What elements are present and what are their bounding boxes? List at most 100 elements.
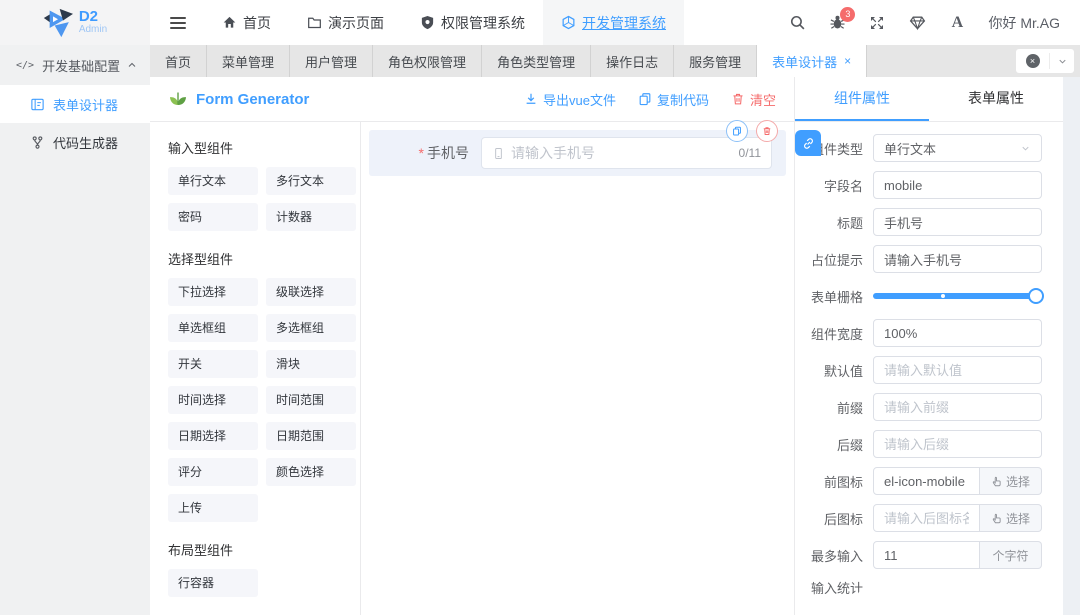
slider-handle[interactable] [1028,288,1044,304]
topnav-label: 首页 [243,14,271,31]
component-chip[interactable]: 日期范围 [266,422,356,450]
component-chip[interactable]: 单行文本 [168,167,258,195]
component-grid: 下拉选择 级联选择 单选框组 多选框组 开关 滑块 时间选择 时间范围 日期选择… [168,278,356,522]
duplicate-widget-button[interactable] [726,120,748,142]
page-tab[interactable]: 操作日志 [591,45,675,77]
component-chip[interactable]: 滑块 [266,350,356,378]
component-chip[interactable]: 单选框组 [168,314,258,342]
fullscreen-icon[interactable] [868,14,886,32]
placeholder-input[interactable] [873,245,1042,273]
sidebar-item-label: 表单设计器 [53,97,119,113]
properties-tabs: 组件属性 表单属性 [795,77,1063,122]
search-icon[interactable] [788,14,806,32]
copy-code-button[interactable]: 复制代码 [638,90,709,109]
sidebar-item-form-designer[interactable]: 表单设计器 [0,85,150,123]
generator-header: Form Generator 导出vue文件 复制代码 清空 [150,77,794,122]
component-chip[interactable]: 多选框组 [266,314,356,342]
topnav-item-dev-system[interactable]: 开发管理系统 [543,0,684,45]
suffix-input[interactable] [873,430,1042,458]
prop-row-form-grid: 表单栅格 [795,282,1044,310]
user-greeting[interactable]: 你好 Mr.AG [988,13,1060,33]
phone-icon [492,147,505,160]
page-tab[interactable]: 角色类型管理 [482,45,592,77]
theme-gem-icon[interactable] [908,14,926,32]
component-chip[interactable]: 日期选择 [168,422,258,450]
bug-icon[interactable]: 3 [828,6,856,32]
prop-row-title: 标题 [795,208,1042,236]
required-mark: * [418,145,424,161]
font-size-icon[interactable]: A [948,14,966,32]
leaf-icon [168,89,188,109]
component-grid: 单行文本 多行文本 密码 计数器 [168,167,356,231]
component-chip[interactable]: 级联选择 [266,278,356,306]
topnav-label: 开发管理系统 [582,14,666,31]
suffix-icon-select-button[interactable]: 选择 [980,504,1042,532]
toggle-knob [857,589,871,604]
page-tab[interactable]: 角色权限管理 [373,45,483,77]
copy-code-label: 复制代码 [656,92,709,108]
topnav-item-home[interactable]: 首页 [204,0,289,45]
tab-actions-button[interactable]: × [1016,49,1074,73]
app-logo[interactable]: D2 Admin [0,0,150,45]
sidebar: </> 开发基础配置 表单设计器 代码生成器 [0,45,150,615]
prop-row-field-name: 字段名 [795,171,1042,199]
tab-component-props[interactable]: 组件属性 [795,77,929,121]
pointer-icon [991,476,1002,487]
suffix-icon-input[interactable] [873,504,980,532]
component-chip[interactable]: 上传 [168,494,258,522]
close-icon[interactable]: × [844,54,851,68]
workspace: </> 开发基础配置 表单设计器 代码生成器 首页 菜单管理 用户管理 角色权限… [0,45,1080,615]
code-icon: </> [16,59,35,71]
component-type-select[interactable]: 单行文本 [873,134,1042,162]
delete-widget-button[interactable] [756,120,778,142]
pointer-icon [991,513,1002,524]
title-input[interactable] [873,208,1042,236]
clear-button[interactable]: 清空 [731,90,776,109]
page-tab[interactable]: 服务管理 [674,45,758,77]
prefix-input[interactable] [873,393,1042,421]
tab-menu-dropdown[interactable] [1050,56,1074,67]
prop-label: 后缀 [836,437,863,453]
mobile-input-preview[interactable]: 请输入手机号 0/11 [481,137,772,169]
tab-form-props[interactable]: 表单属性 [929,77,1063,121]
prefix-icon-input[interactable] [873,467,980,495]
link-tag[interactable] [795,130,821,156]
component-chip[interactable]: 评分 [168,458,258,486]
component-chip[interactable]: 多行文本 [266,167,356,195]
shield-icon [420,15,435,30]
component-chip[interactable]: 计数器 [266,203,356,231]
link-icon [802,137,815,150]
close-all-tabs-button[interactable]: × [1016,54,1049,68]
export-vue-button[interactable]: 导出vue文件 [524,90,616,109]
component-chip[interactable]: 时间范围 [266,386,356,414]
max-input-field[interactable] [873,541,980,569]
selected-form-widget[interactable]: * 手机号 请输入手机号 0/11 [369,120,786,176]
prop-row-default-value: 默认值 [795,356,1042,384]
page-tab[interactable]: 首页 [150,45,208,77]
scrollbar-track[interactable] [1063,77,1080,615]
sidebar-group-dev-config[interactable]: </> 开发基础配置 [0,45,150,85]
component-chip[interactable]: 行容器 [168,569,258,597]
component-chip[interactable]: 时间选择 [168,386,258,414]
prop-row-width: 组件宽度 [795,319,1042,347]
default-value-input[interactable] [873,356,1042,384]
form-grid-slider[interactable] [873,282,1044,310]
field-name-input[interactable] [873,171,1042,199]
topnav-item-demo-pages[interactable]: 演示页面 [289,0,402,45]
sidebar-item-code-generator[interactable]: 代码生成器 [0,123,150,161]
component-chip[interactable]: 开关 [168,350,258,378]
width-input[interactable] [873,319,1042,347]
page-tab[interactable]: 菜单管理 [207,45,291,77]
prefix-icon-select-button[interactable]: 选择 [980,467,1042,495]
component-chip[interactable]: 颜色选择 [266,458,356,486]
folder-icon [307,15,322,30]
menu-toggle-icon[interactable] [170,16,186,29]
component-grid: 行容器 [168,569,348,597]
page-tab[interactable]: 用户管理 [290,45,374,77]
topnav-item-permission-system[interactable]: 权限管理系统 [402,0,543,45]
page-tab-active[interactable]: 表单设计器 × [757,45,868,77]
component-chip[interactable]: 密码 [168,203,258,231]
home-icon [222,15,237,30]
tab-label: 服务管理 [689,54,742,70]
component-chip[interactable]: 下拉选择 [168,278,258,306]
